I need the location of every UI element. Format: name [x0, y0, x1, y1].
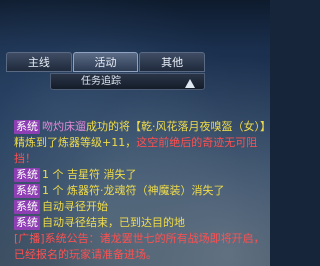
player-name[interactable]: 吻灼床遛 — [42, 120, 86, 133]
chat-line: 系统 自动寻径开始 — [14, 199, 266, 215]
chat-line: [广播]系统公告：诸龙罢世七的所有战场即将开启，已经报名的玩家请准备进场。 — [14, 231, 266, 263]
chat-line: 系统 自动寻径结束，已到达目的地 — [14, 215, 266, 231]
chat-text: 1 个 吉星符 消失了 — [42, 168, 137, 181]
chat-log: 系统 吻灼床遛成功的将【乾·风花落月夜嗅盔（女）】精炼到了炼器等级+11，这空前绝… — [14, 119, 266, 263]
tab-other[interactable]: 其他 — [139, 52, 206, 72]
system-tag: 系统 — [14, 184, 40, 198]
system-tag: 系统 — [14, 200, 40, 214]
chat-text: 自动寻径结束，已到达目的地 — [42, 216, 185, 229]
announce-tag: [广播] — [14, 232, 45, 245]
collapse-icon[interactable] — [183, 75, 197, 88]
quest-tracker-label: 任务追踪 — [81, 76, 121, 87]
quest-tab-bar: 主线 活动 其他 — [6, 52, 206, 72]
system-tag: 系统 — [14, 120, 40, 134]
system-tag: 系统 — [14, 168, 40, 182]
tab-main[interactable]: 主线 — [6, 52, 72, 72]
quest-tracker-bar[interactable]: 任务追踪 — [50, 73, 205, 90]
game-ui-root: 主线 活动 其他 任务追踪 系统 吻灼床遛成功的将【乾·风花落月夜嗅盔（女）】精炼… — [0, 0, 270, 266]
chat-text: 1 个 炼器符·龙魂符（神魔装）消失了 — [42, 184, 225, 197]
announcement-text: 系统公告：诸龙罢世七的所有战场即将开启，已经报名的玩家请准备进场。 — [14, 232, 265, 261]
chat-line: 系统 1 个 吉星符 消失了 — [14, 167, 266, 183]
chat-line: 系统 吻灼床遛成功的将【乾·风花落月夜嗅盔（女）】精炼到了炼器等级+11，这空前绝… — [14, 119, 266, 167]
tab-activity[interactable]: 活动 — [72, 52, 139, 72]
chat-text: 自动寻径开始 — [42, 200, 108, 213]
system-tag: 系统 — [14, 216, 40, 230]
chat-line: 系统 1 个 炼器符·龙魂符（神魔装）消失了 — [14, 183, 266, 199]
